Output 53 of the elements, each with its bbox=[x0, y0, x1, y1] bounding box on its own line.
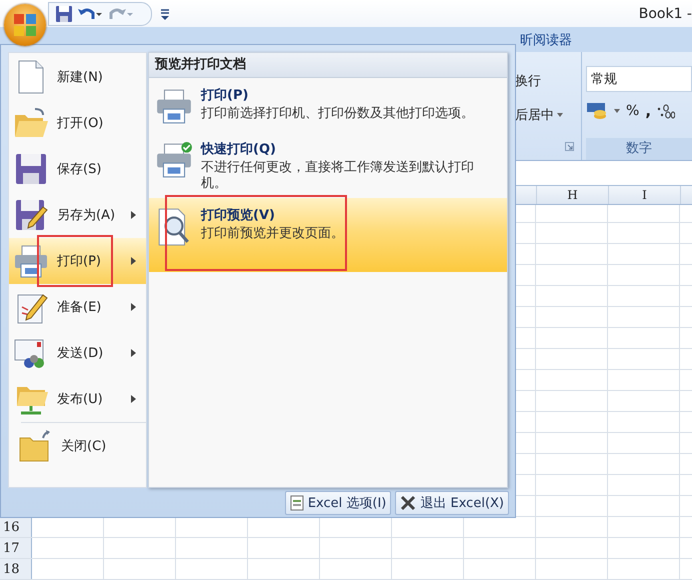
submenu-arrow-icon bbox=[131, 211, 136, 219]
menu-item[interactable]: 打开(O) bbox=[9, 100, 146, 146]
options-button[interactable]: Excel 选项(I) bbox=[284, 490, 392, 514]
dialog-launcher-icon[interactable] bbox=[565, 142, 574, 151]
close-icon bbox=[400, 494, 416, 510]
submenu-arrow-icon bbox=[131, 303, 136, 311]
row-header[interactable]: 18 bbox=[0, 559, 32, 579]
menu-item[interactable]: 发送(D) bbox=[9, 330, 146, 376]
save-icon[interactable] bbox=[55, 4, 73, 22]
row-header[interactable]: 17 bbox=[0, 538, 32, 558]
number-format-field[interactable]: 常规 bbox=[586, 66, 692, 92]
increase-decimal-icon[interactable] bbox=[657, 103, 676, 119]
panel-title: 预览并打印文档 bbox=[149, 53, 507, 78]
menu-item[interactable]: 发布(U) bbox=[9, 376, 146, 422]
currency-icon[interactable] bbox=[586, 102, 608, 120]
folder-icon bbox=[17, 428, 53, 464]
percent-button[interactable]: % bbox=[626, 103, 640, 119]
caret-icon[interactable] bbox=[614, 109, 620, 113]
group-label: 数字 bbox=[586, 138, 692, 160]
submenu-arrow-icon bbox=[131, 349, 136, 357]
item-description: 不进行任何更改，直接将工作簿发送到默认打印机。 bbox=[201, 160, 475, 192]
printer-check-icon bbox=[155, 140, 193, 180]
merge-center-button[interactable]: 后居中 bbox=[515, 106, 563, 124]
menu-item[interactable]: 打印(P) bbox=[9, 238, 146, 284]
submenu-arrow-icon bbox=[131, 395, 136, 403]
submenu-arrow-icon bbox=[131, 257, 136, 265]
exit-button[interactable]: 退出 Excel(X) bbox=[395, 490, 509, 514]
menu-item[interactable]: 关闭(C) bbox=[21, 422, 146, 469]
column-header[interactable]: H bbox=[537, 186, 609, 204]
comma-button[interactable]: , bbox=[645, 102, 652, 120]
submenu-item[interactable]: 快速打印(Q) 不进行任何更改，直接将工作簿发送到默认打印机。 bbox=[149, 132, 507, 198]
submenu-item[interactable]: 打印(P) 打印前选择打印机、打印份数及其他打印选项。 bbox=[149, 78, 507, 132]
row-header[interactable]: 16 bbox=[0, 517, 32, 537]
menu-item[interactable]: 另存为(A) bbox=[9, 192, 146, 238]
office-logo-icon bbox=[13, 13, 37, 37]
floppy-disk-pencil-icon bbox=[13, 197, 49, 233]
window-title: Book1 - bbox=[638, 6, 692, 22]
menu-item[interactable]: 新建(N) bbox=[9, 54, 146, 100]
caret-icon bbox=[557, 113, 563, 117]
printer-icon bbox=[13, 243, 49, 279]
customize-toolbar-icon[interactable] bbox=[160, 8, 170, 20]
item-description: 打印前预览并更改页面。 bbox=[201, 226, 345, 242]
ribbon-tab[interactable]: 昕阅读器 bbox=[520, 30, 572, 48]
item-title: 打印预览(V) bbox=[201, 207, 276, 224]
item-description: 打印前选择打印机、打印份数及其他打印选项。 bbox=[201, 106, 475, 122]
menu-item[interactable]: 保存(S) bbox=[9, 146, 146, 192]
menu-item[interactable]: 准备(E) bbox=[9, 284, 146, 330]
document-icon bbox=[290, 494, 304, 510]
item-title: 快速打印(Q) bbox=[201, 141, 277, 158]
column-header[interactable]: I bbox=[609, 186, 681, 204]
wrap-text-button[interactable]: 换行 bbox=[515, 72, 541, 90]
submenu-item[interactable]: 打印预览(V) 打印前预览并更改页面。 bbox=[149, 198, 507, 272]
item-title: 打印(P) bbox=[201, 87, 250, 104]
